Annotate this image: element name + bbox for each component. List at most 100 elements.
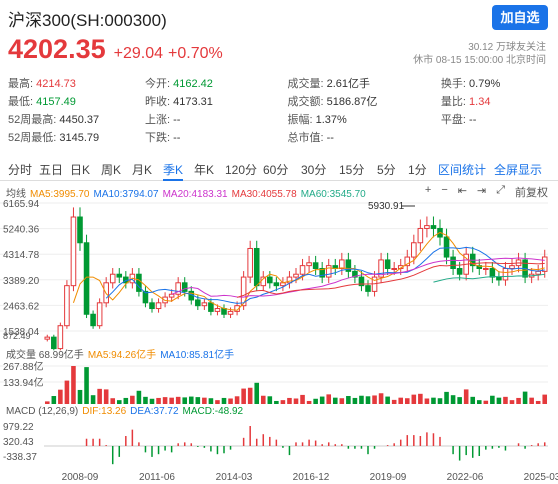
stat-cell: 总市值: -- xyxy=(285,128,438,146)
volume-bar xyxy=(71,366,76,404)
candle-body xyxy=(214,308,221,312)
candle-body xyxy=(345,259,352,272)
volume-bar xyxy=(411,394,417,404)
price-change-pct: +0.70% xyxy=(168,45,223,62)
price-axis-label: 1538.04 xyxy=(3,327,40,338)
stat-cell: 52周最低: 3145.79 xyxy=(6,128,143,146)
candle-body xyxy=(181,282,188,292)
candle-body xyxy=(325,265,332,278)
stat-cell: 最低: 4157.49 xyxy=(6,92,143,110)
tab-60分[interactable]: 60分 xyxy=(263,161,288,178)
tab-分时[interactable]: 分时 xyxy=(8,161,32,178)
tab-月K[interactable]: 月K xyxy=(132,161,152,178)
candle-body xyxy=(535,270,541,275)
candle-body xyxy=(286,276,293,284)
candle-body xyxy=(522,259,528,278)
ma-line xyxy=(105,246,545,304)
ma-line xyxy=(171,257,545,298)
step-right-icon[interactable]: ⇥ xyxy=(477,184,486,200)
volume-bar xyxy=(287,397,292,404)
macd-axis-label: -338.37 xyxy=(3,452,37,463)
legend-item: DEA:37.72 xyxy=(130,406,179,417)
volume-bar xyxy=(169,397,174,404)
stat-value: 3145.79 xyxy=(59,132,100,144)
volume-bar xyxy=(306,400,312,404)
tab-120分[interactable]: 120分 xyxy=(225,161,257,178)
volume-bar xyxy=(64,380,70,404)
step-left-icon[interactable]: ⇤ xyxy=(458,184,467,200)
volume-bar xyxy=(339,398,345,404)
candle-body xyxy=(208,302,214,312)
candle-body xyxy=(299,265,306,275)
volume-bar xyxy=(208,398,214,404)
fuquan-select[interactable]: 前复权 xyxy=(515,184,548,200)
tab-季K[interactable]: 季K xyxy=(163,161,184,181)
candle-body xyxy=(352,270,358,278)
volume-bar xyxy=(529,397,534,404)
price-axis-label: 3389.20 xyxy=(3,276,40,287)
plus-icon[interactable]: + xyxy=(425,184,431,200)
volume-bar xyxy=(437,398,443,404)
tab-五日[interactable]: 五日 xyxy=(39,161,63,178)
ma-line xyxy=(72,231,545,311)
tab-周K[interactable]: 周K xyxy=(101,161,121,178)
stat-cell: 上涨: -- xyxy=(143,110,285,128)
volume-bar xyxy=(418,393,423,404)
candle-body xyxy=(273,282,280,287)
volume-bar xyxy=(522,391,528,404)
stock-title: 沪深300(SH:000300) xyxy=(8,11,167,30)
volume-bar xyxy=(162,397,168,404)
candle-body xyxy=(77,216,83,244)
candle-body xyxy=(260,276,267,287)
volume-bar xyxy=(44,401,50,404)
minus-icon[interactable]: − xyxy=(441,184,447,200)
volume-bar xyxy=(470,396,476,404)
stat-value: -- xyxy=(173,132,181,144)
tab-30分[interactable]: 30分 xyxy=(301,161,326,178)
range-stats-link[interactable]: 区间统计 xyxy=(438,161,486,178)
legend-item: MA5:94.26亿手 xyxy=(87,350,157,361)
tab-15分[interactable]: 15分 xyxy=(339,161,364,178)
legend-item: MA10:3794.07 xyxy=(93,189,159,200)
candle-body xyxy=(240,276,247,307)
volume-bar xyxy=(457,397,462,404)
tab-日K[interactable]: 日K xyxy=(70,161,90,178)
candle-body xyxy=(162,296,168,304)
price-axis-label: 5240.36 xyxy=(3,225,40,236)
candle-body xyxy=(430,225,437,229)
stat-label: 下跌: xyxy=(145,132,171,144)
volume-bar xyxy=(241,388,246,404)
tab-5分[interactable]: 5分 xyxy=(377,161,396,178)
candle-body xyxy=(142,290,149,304)
tab-1分[interactable]: 1分 xyxy=(408,161,427,178)
stat-value: 4450.37 xyxy=(59,114,100,126)
stat-cell: 下跌: -- xyxy=(143,128,285,146)
price-row: 4202.35 +29.04 +0.70% xyxy=(8,34,223,65)
tab-年K[interactable]: 年K xyxy=(194,161,214,178)
volume-axis-label: 267.88亿 xyxy=(3,360,44,373)
stat-cell: 平盘: -- xyxy=(439,110,554,128)
volume-bar xyxy=(313,398,318,404)
stat-value: -- xyxy=(173,114,181,126)
candle-body xyxy=(103,282,109,304)
add-watchlist-button[interactable]: 加自选 xyxy=(492,5,548,30)
expand-icon[interactable]: ⤢ xyxy=(496,184,505,200)
candle-body xyxy=(306,262,312,267)
candle-body xyxy=(247,247,253,278)
x-axis-label: 2022-06 xyxy=(447,472,484,483)
volume-bar xyxy=(221,397,227,404)
fullscreen-link[interactable]: 全屏显示 xyxy=(494,161,542,178)
volume-bar xyxy=(156,397,161,404)
volume-bar xyxy=(332,397,338,404)
volume-bar xyxy=(319,396,325,404)
macd-axis-label: 320.43 xyxy=(3,437,34,448)
candle-body xyxy=(280,282,286,287)
stat-cell: 52周最高: 4450.37 xyxy=(6,110,143,128)
candle-body xyxy=(168,293,175,298)
volume-bar xyxy=(51,396,57,404)
stat-label: 52周最高: xyxy=(8,114,57,126)
price-change: +29.04 xyxy=(113,45,163,62)
volume-bar xyxy=(267,396,273,404)
volume-bar xyxy=(385,396,390,404)
volume-bar xyxy=(77,389,83,404)
